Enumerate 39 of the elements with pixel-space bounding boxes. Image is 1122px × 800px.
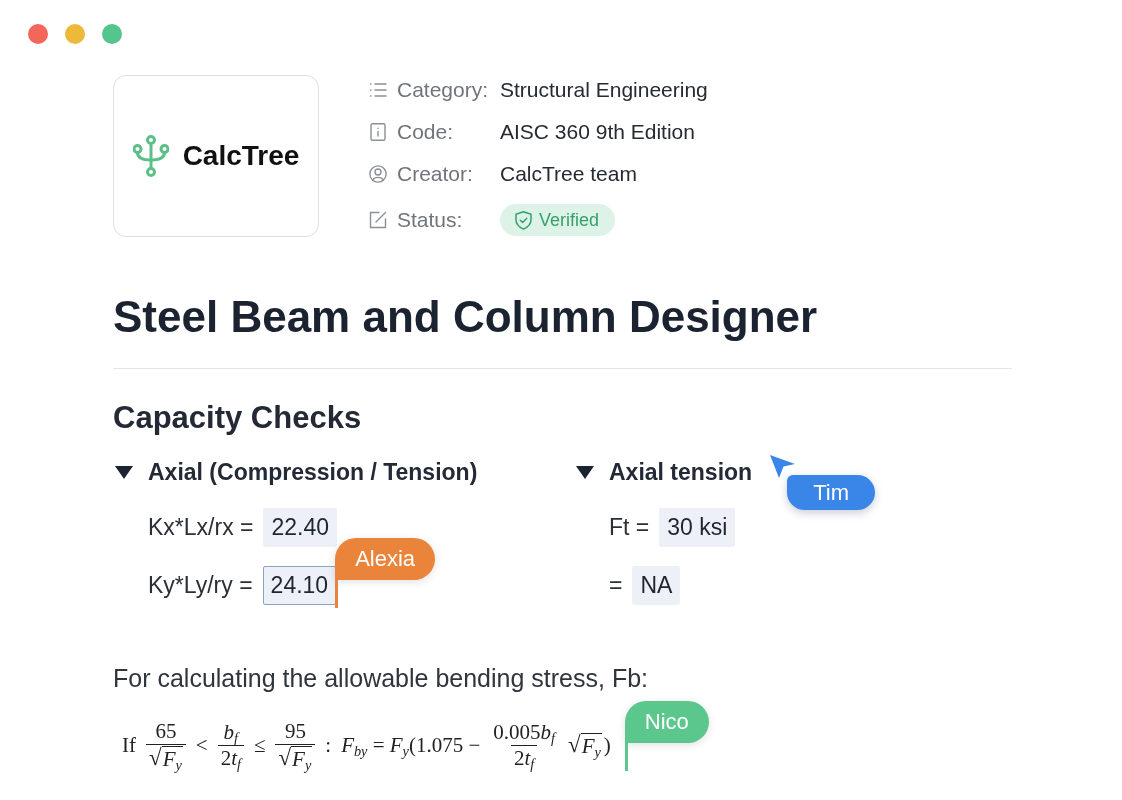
row-label: Ky*Ly/ry =	[148, 572, 253, 599]
meta-label: Code:	[397, 120, 455, 144]
page-title: Steel Beam and Column Designer	[113, 293, 819, 341]
meta-value: Structural Engineering	[500, 78, 708, 102]
paragraph-text: For calculating the allowable bending stress, Fb:	[113, 665, 649, 691]
tree-logo-icon	[132, 135, 169, 177]
info-document-icon	[369, 123, 387, 141]
row-label: Ft =	[609, 514, 650, 541]
pointer-icon	[770, 455, 796, 478]
user-circle-icon	[369, 165, 387, 183]
window-dot-icon[interactable]	[65, 24, 85, 44]
row-label: Kx*Lx/rx =	[148, 514, 254, 541]
text-cursor-icon	[624, 743, 628, 771]
meta-value: CalcTree team	[500, 162, 638, 186]
meta-label: Creator:	[397, 162, 474, 186]
window-dot-icon[interactable]	[102, 24, 122, 44]
collaborator-name-tag: Alexia	[335, 538, 436, 580]
value-field[interactable]: 24.10	[262, 566, 337, 605]
meta-value: AISC 360 9th Edition	[500, 120, 696, 144]
list-icon	[369, 81, 387, 99]
row-label: =	[609, 572, 623, 599]
group-title: Axial (Compression / Tension)	[148, 458, 478, 486]
section-title: Capacity Checks	[113, 400, 363, 436]
collaborator-name-tag: Tim	[787, 475, 875, 510]
caret-icon[interactable]	[576, 465, 594, 479]
meta-label: Status:	[397, 208, 464, 232]
value-field[interactable]: NA	[632, 566, 681, 605]
logo-text: CalcTree	[182, 140, 300, 172]
value-field[interactable]: 30 ksi	[659, 508, 736, 547]
window-dot-icon[interactable]	[28, 24, 48, 44]
badge-label: Verified	[539, 209, 600, 231]
edit-icon	[369, 211, 387, 229]
meta-label: Category:	[397, 78, 490, 102]
text-cursor-icon	[335, 580, 339, 608]
value-field[interactable]: 22.40	[263, 508, 338, 547]
caret-icon[interactable]	[115, 465, 133, 479]
group-title: Axial tension	[609, 458, 753, 486]
collaborator-name-tag: Nico	[624, 701, 709, 743]
shield-check-icon	[515, 210, 532, 230]
